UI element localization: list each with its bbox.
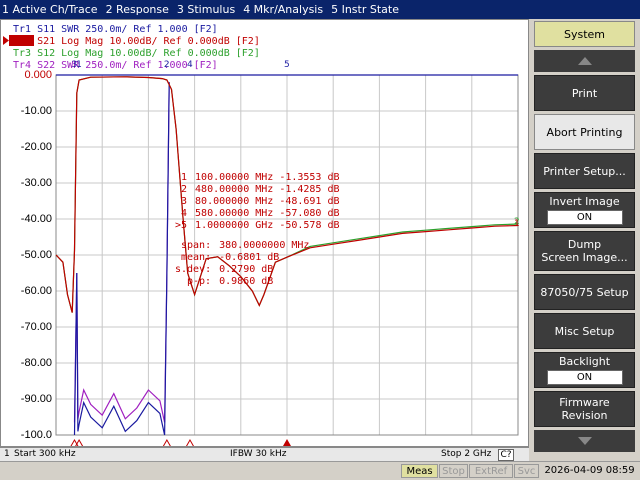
scroll-down-button[interactable] xyxy=(534,430,635,452)
y-tick-label: -20.00 xyxy=(21,141,52,153)
instrument-status-bar: Meas Stop ExtRef Svc 2026-04-09 08:59 xyxy=(0,461,640,480)
dump-screen-image-button[interactable]: Dump Screen Image... xyxy=(534,231,635,271)
marker-triangle-icon[interactable] xyxy=(162,438,171,446)
printer-setup-button[interactable]: Printer Setup... xyxy=(534,153,635,189)
stat-span: span: 380.0000000 MHz xyxy=(181,240,309,251)
printer-setup-label: Printer Setup... xyxy=(543,164,626,178)
firmware-label: Firmware xyxy=(559,396,610,409)
cal-status: C? xyxy=(498,449,514,461)
marker-row-1: 1 100.00000 MHz -1.3553 dB xyxy=(181,172,340,183)
svc-indicator: Svc xyxy=(514,464,539,478)
menu-mkr-analysis[interactable]: 4 Mkr/Analysis xyxy=(241,0,329,19)
marker-row-2: 2 480.00000 MHz -1.4285 dB xyxy=(181,184,340,195)
setup-87050-button[interactable]: 87050/75 Setup xyxy=(534,274,635,310)
stop-indicator: Stop xyxy=(439,464,468,478)
trace-labels: Tr1 S11 SWR 250.0m/ Ref 1.000 [F2] Tr2 S… xyxy=(3,24,260,71)
print-button[interactable]: Print xyxy=(534,75,635,111)
date-time: 2026-04-09 08:59 xyxy=(544,465,635,476)
start-frequency[interactable]: Start 300 kHz xyxy=(14,449,76,459)
extref-indicator: ExtRef xyxy=(469,464,513,478)
scroll-up-button[interactable] xyxy=(534,50,635,72)
y-tick-label: -30.00 xyxy=(21,177,52,189)
firmware-revision-button[interactable]: Firmware Revision xyxy=(534,391,635,427)
y-tick-label: -90.00 xyxy=(21,393,52,405)
trace-end-label-s21: 1 xyxy=(514,219,520,229)
softkey-title-system[interactable]: System xyxy=(534,21,635,47)
invert-image-state: ON xyxy=(546,210,623,225)
trace-label-tr2[interactable]: Tr2 S21 Log Mag 10.00dB/ Ref 0.000dB [F2… xyxy=(13,36,260,47)
active-trace-arrow-icon xyxy=(3,36,9,45)
stat-mean: mean: -0.6801 dB xyxy=(181,252,279,263)
ifbw[interactable]: IFBW 30 kHz xyxy=(230,449,286,459)
stop-frequency[interactable]: Stop 2 GHz xyxy=(441,449,491,459)
menu-instr-state[interactable]: 5 Instr State xyxy=(329,0,405,19)
softkey-panel: System Print Abort Printing Printer Setu… xyxy=(529,19,640,461)
marker-row-3: 3 80.000000 MHz -48.691 dB xyxy=(181,196,340,207)
backlight-button[interactable]: Backlight ON xyxy=(534,352,635,388)
menu-active-ch-trace[interactable]: 1 Active Ch/Trace xyxy=(0,0,104,19)
marker-triangle-icon[interactable] xyxy=(282,438,292,446)
y-tick-label: -80.00 xyxy=(21,357,52,369)
menu-bar: 1 Active Ch/Trace 2 Response 3 Stimulus … xyxy=(0,0,640,19)
menu-response[interactable]: 2 Response xyxy=(104,0,175,19)
trace-label-tr1[interactable]: Tr1 S11 SWR 250.0m/ Ref 1.000 [F2] xyxy=(13,24,218,35)
backlight-state: ON xyxy=(546,370,623,385)
y-tick-label: -100.0 xyxy=(21,429,52,441)
invert-image-button[interactable]: Invert Image ON xyxy=(534,192,635,228)
marker-top-label: 2 xyxy=(164,60,170,70)
channel-number[interactable]: 1 xyxy=(4,449,10,459)
dump-label: Dump xyxy=(567,238,602,251)
print-label: Print xyxy=(571,86,598,100)
trace-plot[interactable]: 0.000 -10.00 -20.00 -30.00 -40.00 -50.00… xyxy=(1,20,528,446)
y-axis-labels: 0.000 -10.00 -20.00 -30.00 -40.00 -50.00… xyxy=(21,69,52,441)
triangle-down-icon xyxy=(577,437,592,445)
marker-table: 1 100.00000 MHz -1.3553 dB 2 480.00000 MHz -… xyxy=(175,172,340,287)
meas-indicator: Meas xyxy=(401,464,438,478)
y-tick-label: -10.00 xyxy=(21,105,52,117)
marker-triangle-icon[interactable] xyxy=(185,438,194,446)
y-tick-label: -40.00 xyxy=(21,213,52,225)
softkey-title-label: System xyxy=(563,27,606,41)
marker-top-label: 4 xyxy=(187,60,193,70)
invert-image-label: Invert Image xyxy=(549,195,620,208)
stat-sdev: s.dev: 0.2790 dB xyxy=(175,264,273,275)
grid xyxy=(55,74,519,436)
marker-row-5: >5 1.0000000 GHz -50.578 dB xyxy=(175,220,340,231)
marker-row-4: 4 580.00000 MHz -57.080 dB xyxy=(181,208,340,219)
y-tick-label: -60.00 xyxy=(21,285,52,297)
revision-label: Revision xyxy=(561,409,608,422)
trace-s22 xyxy=(73,82,170,423)
y-tick-label: -70.00 xyxy=(21,321,52,333)
y-tick-label: -50.00 xyxy=(21,249,52,261)
misc-setup-button[interactable]: Misc Setup xyxy=(534,313,635,349)
menu-stimulus[interactable]: 3 Stimulus xyxy=(175,0,241,19)
channel-status-strip: 1 Start 300 kHz IFBW 30 kHz Stop 2 GHz C… xyxy=(0,447,529,461)
abort-printing-label: Abort Printing xyxy=(546,125,623,139)
triangle-up-icon xyxy=(577,57,592,65)
backlight-label: Backlight xyxy=(558,355,611,368)
plot-area[interactable]: 0.000 -10.00 -20.00 -30.00 -40.00 -50.00… xyxy=(0,19,529,447)
marker-top-label: 3 xyxy=(71,60,77,70)
screen-image-label: Screen Image... xyxy=(541,251,628,264)
misc-setup-label: Misc Setup xyxy=(554,324,615,338)
trace-label-tr3[interactable]: Tr3 S12 Log Mag 10.00dB/ Ref 0.000dB [F2… xyxy=(13,48,260,59)
marker-top-label: 5 xyxy=(284,60,290,70)
setup-87050-label: 87050/75 Setup xyxy=(540,285,629,299)
abort-printing-button[interactable]: Abort Printing xyxy=(534,114,635,150)
stat-pp: p-p: 0.9860 dB xyxy=(187,276,273,287)
trace-s11 xyxy=(73,82,170,436)
